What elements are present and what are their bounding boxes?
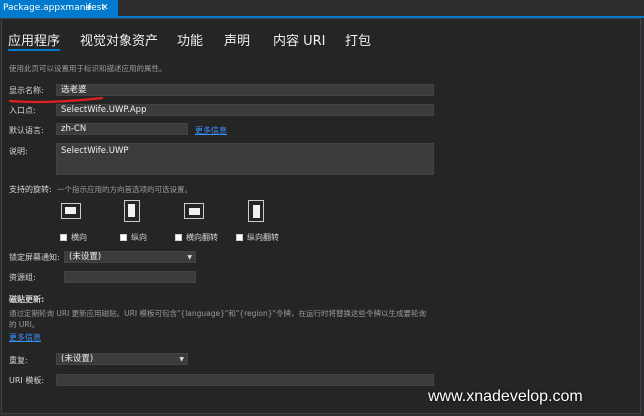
tab-content-uris[interactable]: 内容 URI — [273, 30, 326, 49]
tab-declarations[interactable]: 声明 — [224, 30, 250, 49]
tile-update-description-line1: 通过定期轮询 URI 更新应用磁贴。URI 模板可包含"{language}"和… — [9, 309, 426, 318]
resource-group-input[interactable] — [64, 271, 196, 283]
rotation-label: 支持的旋转: — [9, 185, 52, 194]
tab-packaging[interactable]: 打包 — [345, 30, 371, 49]
portrait-flipped-icon — [248, 200, 264, 222]
close-icon[interactable]: ✕ — [101, 0, 109, 16]
uri-template-input[interactable] — [56, 374, 434, 386]
portrait-flipped-checkbox[interactable] — [236, 234, 243, 241]
default-language-label: 默认语言: — [9, 126, 44, 135]
watermark-text: www.xnadevelop.com — [428, 388, 583, 405]
description-label: 说明: — [9, 147, 28, 156]
lock-screen-label: 锁定屏幕通知: — [9, 253, 60, 262]
uri-template-label: URI 模板: — [9, 376, 45, 385]
rotation-hint: 一个指示应用的方向首选项的可选设置。 — [57, 185, 192, 194]
tile-update-description-line2: 的 URI。 — [9, 320, 40, 329]
landscape-flipped-checkbox[interactable] — [175, 234, 182, 241]
document-tab[interactable]: Package.appxmanifest ⊕ ✕ — [0, 0, 118, 16]
tab-visual-assets[interactable]: 视觉对象资产 — [80, 30, 158, 49]
landscape-flipped-icon — [184, 203, 204, 219]
default-language-input[interactable]: zh-CN — [56, 123, 188, 135]
recurrence-label: 重复: — [9, 356, 28, 365]
display-name-input[interactable]: 选老婆 — [56, 84, 434, 96]
tile-update-more-info-link[interactable]: 更多信息 — [9, 332, 41, 343]
chevron-down-icon: ▼ — [187, 254, 192, 261]
entry-point-label: 入口点: — [9, 106, 36, 115]
landscape-label: 横向 — [71, 233, 87, 242]
lock-screen-select[interactable]: (未设置) ▼ — [64, 251, 196, 263]
tab-application[interactable]: 应用程序 — [8, 30, 61, 51]
portrait-checkbox[interactable] — [120, 234, 127, 241]
landscape-checkbox[interactable] — [60, 234, 67, 241]
description-textarea[interactable]: SelectWife.UWP — [56, 143, 434, 175]
recurrence-selected-value: (未设置) — [61, 354, 94, 364]
recurrence-select[interactable]: (未设置) ▼ — [56, 353, 188, 365]
default-language-more-info-link[interactable]: 更多信息 — [195, 125, 227, 136]
portrait-label: 纵向 — [131, 233, 147, 242]
landscape-flipped-label: 横向翻转 — [186, 233, 218, 242]
tab-capabilities[interactable]: 功能 — [177, 30, 203, 49]
tile-update-heading: 磁贴更新: — [9, 295, 45, 304]
portrait-flipped-label: 纵向翻转 — [247, 233, 279, 242]
chevron-down-icon: ▼ — [179, 356, 184, 363]
landscape-icon — [61, 203, 81, 219]
portrait-icon — [124, 200, 140, 222]
pin-icon[interactable]: ⊕ — [85, 0, 92, 16]
entry-point-input[interactable]: SelectWife.UWP.App — [56, 104, 434, 116]
page-description: 使用此页可以设置用于标识和描述应用的属性。 — [9, 64, 167, 73]
lock-screen-selected-value: (未设置) — [69, 252, 102, 262]
resource-group-label: 资源组: — [9, 273, 36, 282]
